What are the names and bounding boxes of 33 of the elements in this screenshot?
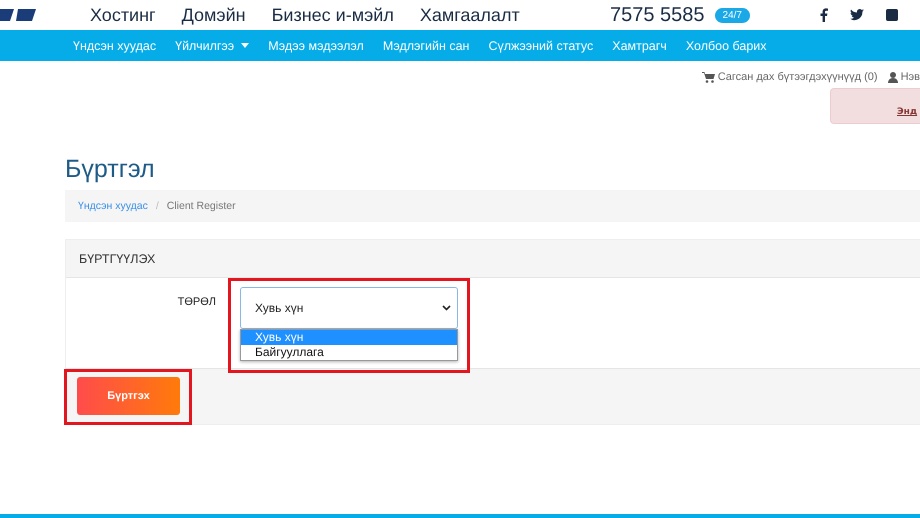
user-icon <box>888 72 898 82</box>
logo-icon <box>0 9 38 21</box>
register-button[interactable]: Бүртгэх <box>77 377 180 415</box>
phone-number: 7575 5585 <box>610 4 705 26</box>
support-badge: 24/7 <box>714 8 750 22</box>
top-menu-link[interactable]: Хостинг <box>90 4 156 26</box>
nav-link[interactable]: Хамтрагч <box>612 38 667 52</box>
account-link[interactable]: Нэв <box>888 71 920 83</box>
facebook-icon[interactable] <box>820 8 828 22</box>
breadcrumb-item[interactable]: Үндсэн хуудас <box>78 200 148 212</box>
twitter-icon[interactable] <box>850 9 864 21</box>
field-label: ТӨРӨЛ <box>176 296 216 310</box>
breadcrumb-item: Client Register <box>166 200 236 212</box>
card-heading: БҮРТГҮҮЛЭХ <box>79 252 156 266</box>
nav-link[interactable]: Үндсэн хуудас <box>73 38 156 52</box>
nav-link[interactable]: Сүлжээний статус <box>488 38 594 52</box>
alert-link[interactable]: Энд <box>897 107 918 117</box>
dropdown-option[interactable]: Байгууллага <box>241 345 457 360</box>
top-menu-link[interactable]: Бизнес и-мэйл <box>272 4 394 26</box>
caret-icon <box>241 43 250 48</box>
cart-icon <box>702 72 715 82</box>
breadcrumb-separator: / <box>156 200 159 212</box>
nav-link[interactable]: Холбоо барих <box>686 38 767 52</box>
nav-link[interactable]: Үйлчилгээ <box>175 38 250 52</box>
page-title: Бүртгэл <box>65 155 156 184</box>
nav-link[interactable]: Мэдлэгийн сан <box>382 38 470 52</box>
dropdown-option[interactable]: Хувь хүн <box>241 330 457 345</box>
cart-link[interactable]: Сагсан дах бүтээгдэхүүнүүд (0) <box>702 71 878 83</box>
top-menu-link[interactable]: Хамгаалалт <box>420 4 520 26</box>
chevron-icon <box>442 305 451 311</box>
top-menu-link[interactable]: Домэйн <box>182 4 246 26</box>
nav-link[interactable]: Мэдээ мэдээлэл <box>268 38 364 52</box>
type-select[interactable]: Хувь хүн <box>240 287 458 329</box>
